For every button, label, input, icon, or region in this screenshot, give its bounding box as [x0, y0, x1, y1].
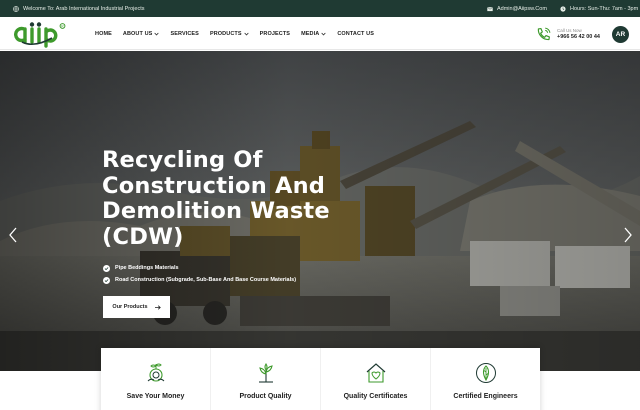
feature-label: Product Quality [239, 393, 292, 400]
nav-label: CONTACT US [337, 30, 374, 37]
hero-bullet: Pipe Beddings Materials [103, 262, 296, 274]
hero-bullet: Road Construction (Subgrade, Sub-Base An… [103, 274, 296, 286]
hero-bullet-text: Road Construction (Subgrade, Sub-Base An… [115, 277, 297, 283]
hours-text: Hours: Sun-Thu: 7am - 3pm [570, 5, 639, 12]
language-switch-button[interactable]: AR [612, 26, 629, 43]
check-circle-icon [103, 264, 110, 272]
call-us-block[interactable]: Call Us Now +966 56 42 00 44 [535, 23, 600, 45]
hero-title-line: Construction And [102, 172, 326, 199]
nav-label: ABOUT US [122, 30, 153, 37]
chevron-down-icon [321, 32, 326, 36]
email-text[interactable]: Admin@Aiipsw.Com [497, 6, 547, 12]
email-contact[interactable]: Admin@Aiipsw.Com [487, 0, 547, 17]
chevron-down-icon [154, 32, 160, 36]
feature-card: Product Quality [211, 348, 321, 410]
globe-icon [13, 5, 19, 12]
clock-icon [560, 5, 566, 12]
slider-next-button[interactable] [622, 226, 634, 244]
quality-plant-icon [258, 363, 273, 383]
features-strip: Save Your Money Product Quality Quality … [101, 348, 540, 410]
nav-item-about-us[interactable]: ABOUT US [123, 31, 160, 37]
nav-label: SERVICES [170, 30, 199, 37]
feature-label: Save Your Money [126, 393, 185, 400]
chevron-down-icon [244, 32, 249, 36]
opening-hours: Hours: Sun-Thu: 7am - 3pm [560, 0, 638, 17]
slider-prev-button[interactable] [7, 226, 19, 244]
hero-title-line: Recycling Of [102, 147, 263, 173]
nav-label: PROJECTS [259, 30, 291, 37]
nav-item-media[interactable]: MEDIA [301, 31, 326, 37]
leaf-badge-icon [475, 363, 496, 383]
feature-label: Certified Engineers [453, 393, 518, 400]
feature-card: Quality Certificates [321, 348, 431, 410]
feature-card: Save Your Money [101, 348, 211, 410]
hero-slider: Recycling Of Construction And Demolition… [0, 51, 640, 371]
company-logo[interactable]: R [14, 20, 70, 48]
hero-title: Recycling Of Construction And Demolition… [102, 147, 362, 250]
nav-item-projects[interactable]: PROJECTS [260, 31, 290, 37]
certificate-house-icon [366, 363, 385, 383]
welcome-text: Welcome To: Arab International Industria… [23, 5, 145, 12]
welcome-message: Welcome To: Arab International Industria… [13, 0, 144, 17]
main-navigation: HOME ABOUT US SERVICES PRODUCTS PROJECTS… [95, 17, 385, 50]
nav-label: MEDIA [301, 30, 320, 37]
cta-label: Our Products [112, 304, 148, 310]
top-bar: Welcome To: Arab International Industria… [0, 0, 640, 17]
nav-item-home[interactable]: HOME [95, 31, 112, 37]
feature-label: Quality Certificates [343, 393, 408, 400]
hero-bullet-text: Pipe Beddings Materials [115, 265, 179, 271]
check-circle-icon [103, 276, 110, 284]
hero-title-line: (CDW) [102, 223, 184, 250]
feature-card: Certified Engineers [431, 348, 540, 410]
arrow-right-icon [154, 304, 161, 310]
envelope-icon [487, 6, 493, 11]
nav-item-services[interactable]: SERVICES [170, 31, 199, 37]
hero-bullet-list: Pipe Beddings Materials Road Constructio… [103, 262, 296, 286]
nav-label: PRODUCTS [209, 30, 242, 37]
phone-number[interactable]: +966 56 42 00 44 [557, 34, 600, 40]
nav-item-products[interactable]: PRODUCTS [210, 31, 249, 37]
nav-label: HOME [95, 30, 112, 37]
hero-title-line: Demolition Waste [102, 198, 330, 224]
site-header: R HOME ABOUT US SERVICES PRODUCTS PROJEC… [0, 17, 640, 50]
phone-icon [537, 27, 551, 40]
nav-item-contact-us[interactable]: CONTACT US [337, 31, 374, 37]
call-label: Call Us Now [557, 28, 582, 33]
money-plant-icon [147, 363, 164, 382]
our-products-button[interactable]: Our Products [103, 296, 170, 318]
